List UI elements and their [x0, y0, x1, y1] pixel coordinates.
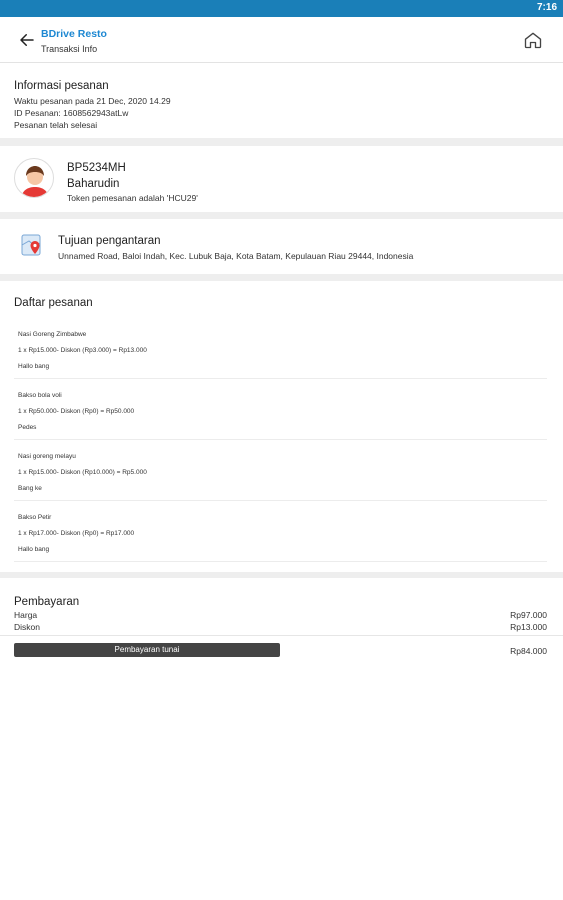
order-info-heading: Informasi pesanan [14, 80, 109, 92]
item-name: Nasi goreng melayu [18, 453, 76, 460]
section-divider [0, 274, 563, 281]
total-value: Rp84.000 [510, 646, 547, 656]
app-title: BDrive Resto [41, 28, 107, 40]
order-time: Waktu pesanan pada 21 Dec, 2020 14.29 [14, 96, 171, 106]
discount-label: Diskon [14, 622, 40, 632]
item-detail: 1 x Rp17.000- Diskon (Rp0) = Rp17.000 [18, 530, 135, 537]
status-time: 7:16 [536, 2, 557, 13]
order-status: Pesanan telah selesai [14, 120, 98, 130]
item-divider [14, 439, 547, 440]
order-id: ID Pesanan: 1608562943atLw [14, 108, 129, 118]
status-bar: 7:16 [0, 0, 563, 17]
driver-name: Baharudin [67, 178, 120, 190]
home-icon[interactable] [523, 30, 543, 50]
driver-plate: BP5234MH [67, 162, 126, 174]
item-note: Hallo bang [18, 363, 50, 370]
arrow-left-icon[interactable] [18, 31, 36, 49]
price-value: Rp97.000 [510, 610, 547, 620]
item-detail: 1 x Rp50.000- Diskon (Rp0) = Rp50.000 [18, 408, 135, 415]
map-pin-icon [21, 234, 41, 256]
destination-address: Unnamed Road, Baloi Indah, Kec. Lubuk Ba… [58, 251, 414, 261]
payment-divider [0, 635, 563, 636]
payment-heading: Pembayaran [14, 596, 80, 608]
item-divider [14, 561, 547, 562]
item-divider [14, 500, 547, 501]
price-label: Harga [14, 610, 38, 620]
item-detail: 1 x Rp15.000- Diskon (Rp3.000) = Rp13.00… [18, 347, 147, 354]
app-bar: BDrive Resto Transaksi Info [0, 17, 563, 63]
item-name: Nasi Goreng Zimbabwe [18, 331, 87, 338]
item-detail: 1 x Rp15.000- Diskon (Rp10.000) = Rp5.00… [18, 469, 147, 476]
app-subtitle: Transaksi Info [41, 44, 98, 54]
payment-method-badge: Pembayaran tunai [14, 643, 280, 657]
destination-heading: Tujuan pengantaran [58, 235, 161, 247]
section-divider [0, 138, 563, 146]
item-note: Pedes [18, 424, 37, 431]
discount-value: Rp13.000 [510, 622, 547, 632]
item-divider [14, 378, 547, 379]
item-note: Bang ke [18, 485, 42, 492]
driver-avatar [14, 158, 54, 198]
order-token: Token pemesanan adalah 'HCU29' [67, 193, 198, 203]
section-divider [0, 572, 563, 578]
item-name: Bakso bola voli [18, 392, 62, 399]
item-name: Bakso Petir [18, 514, 52, 521]
order-list-heading: Daftar pesanan [14, 297, 93, 309]
item-note: Hallo bang [18, 546, 50, 553]
section-divider [0, 212, 563, 219]
